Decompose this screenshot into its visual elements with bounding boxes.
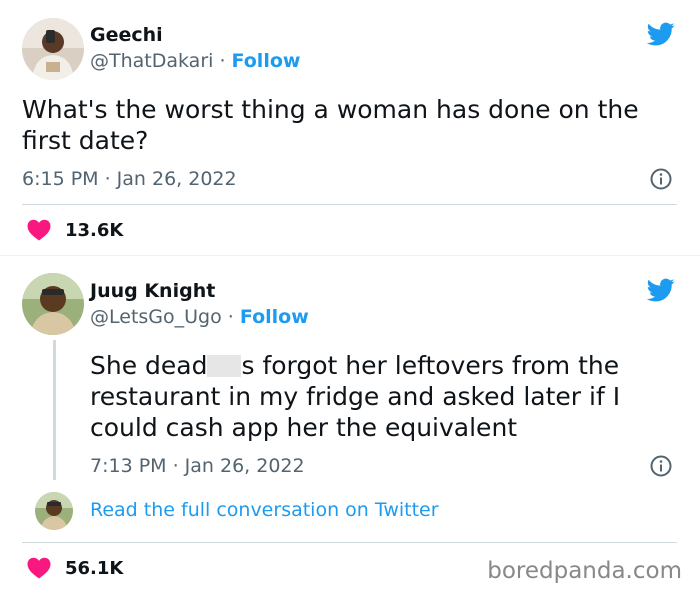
- tweet-text-fragment: She dead: [90, 351, 208, 380]
- redaction-box: [207, 355, 242, 377]
- heart-icon: [27, 557, 51, 579]
- author-handle-line: @LetsGo_Ugo · Follow: [90, 306, 309, 328]
- info-icon[interactable]: [650, 455, 672, 477]
- avatar[interactable]: [22, 273, 84, 335]
- author-name[interactable]: Juug Knight: [90, 280, 215, 302]
- tweet-text: What's the worst thing a woman has done …: [22, 94, 639, 156]
- like-button[interactable]: 56.1K: [27, 557, 123, 579]
- tweet-text: She dead s forgot her leftovers from the …: [90, 350, 620, 443]
- divider: [22, 542, 677, 543]
- like-count: 13.6K: [65, 219, 124, 241]
- info-icon[interactable]: [650, 168, 672, 190]
- read-conversation-link[interactable]: Read the full conversation on Twitter: [90, 499, 439, 521]
- thread-line: [53, 340, 56, 480]
- like-count: 56.1K: [65, 557, 124, 579]
- divider: [22, 204, 677, 205]
- twitter-bird-icon[interactable]: [645, 20, 677, 48]
- reply-avatar[interactable]: [35, 492, 73, 530]
- heart-icon: [27, 219, 51, 241]
- tweet-text-fragment: s forgot her leftovers from the: [241, 351, 620, 380]
- timestamp[interactable]: 7:13 PM · Jan 26, 2022: [90, 455, 305, 477]
- dot-separator: ·: [221, 306, 240, 328]
- author-name[interactable]: Geechi: [90, 24, 163, 46]
- tweet-text-line: What's the worst thing a woman has done …: [22, 95, 639, 124]
- follow-button[interactable]: Follow: [240, 306, 309, 328]
- tweet-text-line: could cash app her the equivalent: [90, 413, 518, 442]
- tweet-card-1: Geechi @ThatDakari · Follow What's the w…: [0, 0, 700, 256]
- author-handle[interactable]: @ThatDakari: [90, 50, 213, 72]
- like-button[interactable]: 13.6K: [27, 219, 123, 241]
- avatar[interactable]: [22, 18, 84, 80]
- tweet-text-line: first date?: [22, 126, 149, 155]
- timestamp[interactable]: 6:15 PM · Jan 26, 2022: [22, 168, 237, 190]
- twitter-bird-icon[interactable]: [645, 276, 677, 304]
- author-handle[interactable]: @LetsGo_Ugo: [90, 306, 222, 328]
- watermark: boredpanda.com: [487, 558, 682, 584]
- follow-button[interactable]: Follow: [232, 50, 301, 72]
- author-handle-line: @ThatDakari · Follow: [90, 50, 300, 72]
- tweet-text-line: She dead s forgot her leftovers from the: [90, 350, 620, 381]
- tweet-text-line: restaurant in my fridge and asked later …: [90, 382, 621, 411]
- dot-separator: ·: [213, 50, 232, 72]
